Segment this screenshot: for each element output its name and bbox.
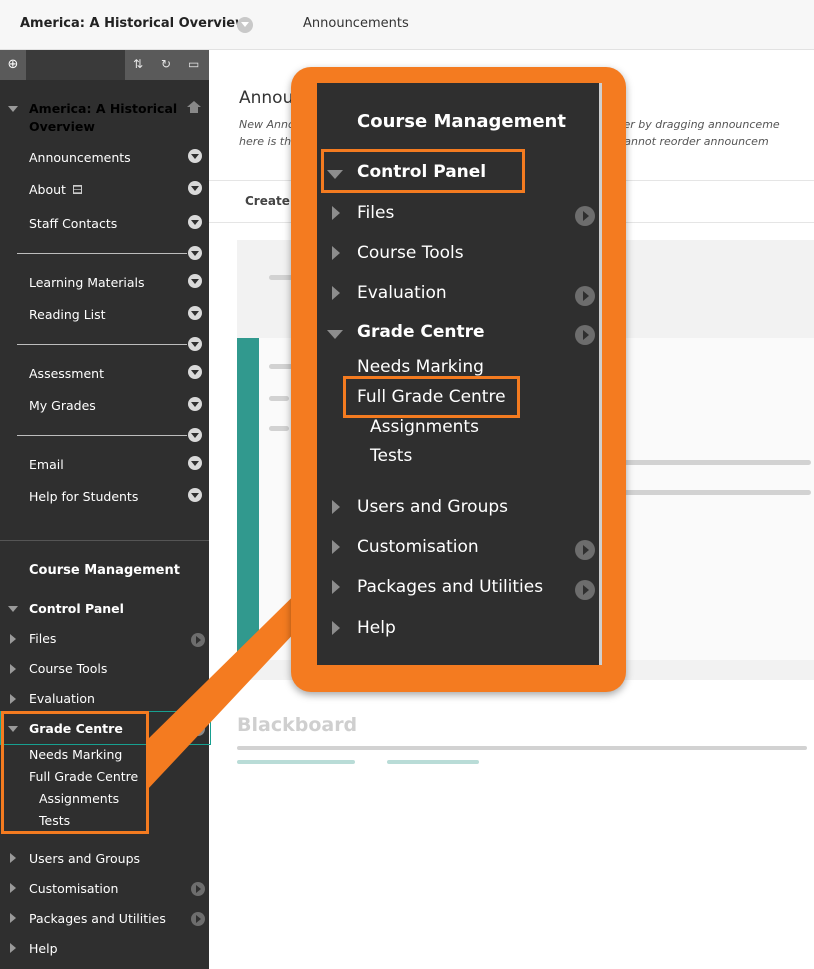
collapse-grade-centre-icon[interactable] (327, 330, 343, 339)
expand-users-groups-icon[interactable] (332, 500, 340, 514)
callout-course-tools[interactable]: Course Tools (357, 243, 464, 263)
arrow-right-icon[interactable] (575, 206, 595, 226)
arrow-right-icon[interactable] (575, 325, 595, 345)
callout-customisation[interactable]: Customisation (357, 537, 479, 557)
arrow-right-icon[interactable] (575, 286, 595, 306)
callout-files[interactable]: Files (357, 203, 394, 223)
callout-help[interactable]: Help (357, 618, 396, 638)
expand-evaluation-icon[interactable] (332, 286, 340, 300)
expand-customisation-icon[interactable] (332, 540, 340, 554)
callout-evaluation[interactable]: Evaluation (357, 283, 447, 303)
callout-full-grade-centre[interactable]: Full Grade Centre (357, 387, 506, 407)
callout-assignments[interactable]: Assignments (370, 417, 479, 437)
callout-packages-and-utilities[interactable]: Packages and Utilities (357, 577, 543, 597)
callout-grade-centre[interactable]: Grade Centre (357, 322, 485, 342)
callout-needs-marking[interactable]: Needs Marking (357, 357, 484, 377)
expand-packages-icon[interactable] (332, 580, 340, 594)
expand-course-tools-icon[interactable] (332, 246, 340, 260)
collapse-control-panel-icon[interactable] (327, 170, 343, 179)
arrow-right-icon[interactable] (575, 580, 595, 600)
arrow-right-icon[interactable] (575, 540, 595, 560)
expand-files-icon[interactable] (332, 206, 340, 220)
callout-course-management-heading: Course Management (357, 111, 566, 132)
callout-tests[interactable]: Tests (370, 446, 412, 466)
callout-control-panel[interactable]: Control Panel (357, 162, 486, 182)
expand-help-icon[interactable] (332, 621, 340, 635)
callout-users-and-groups[interactable]: Users and Groups (357, 497, 508, 517)
